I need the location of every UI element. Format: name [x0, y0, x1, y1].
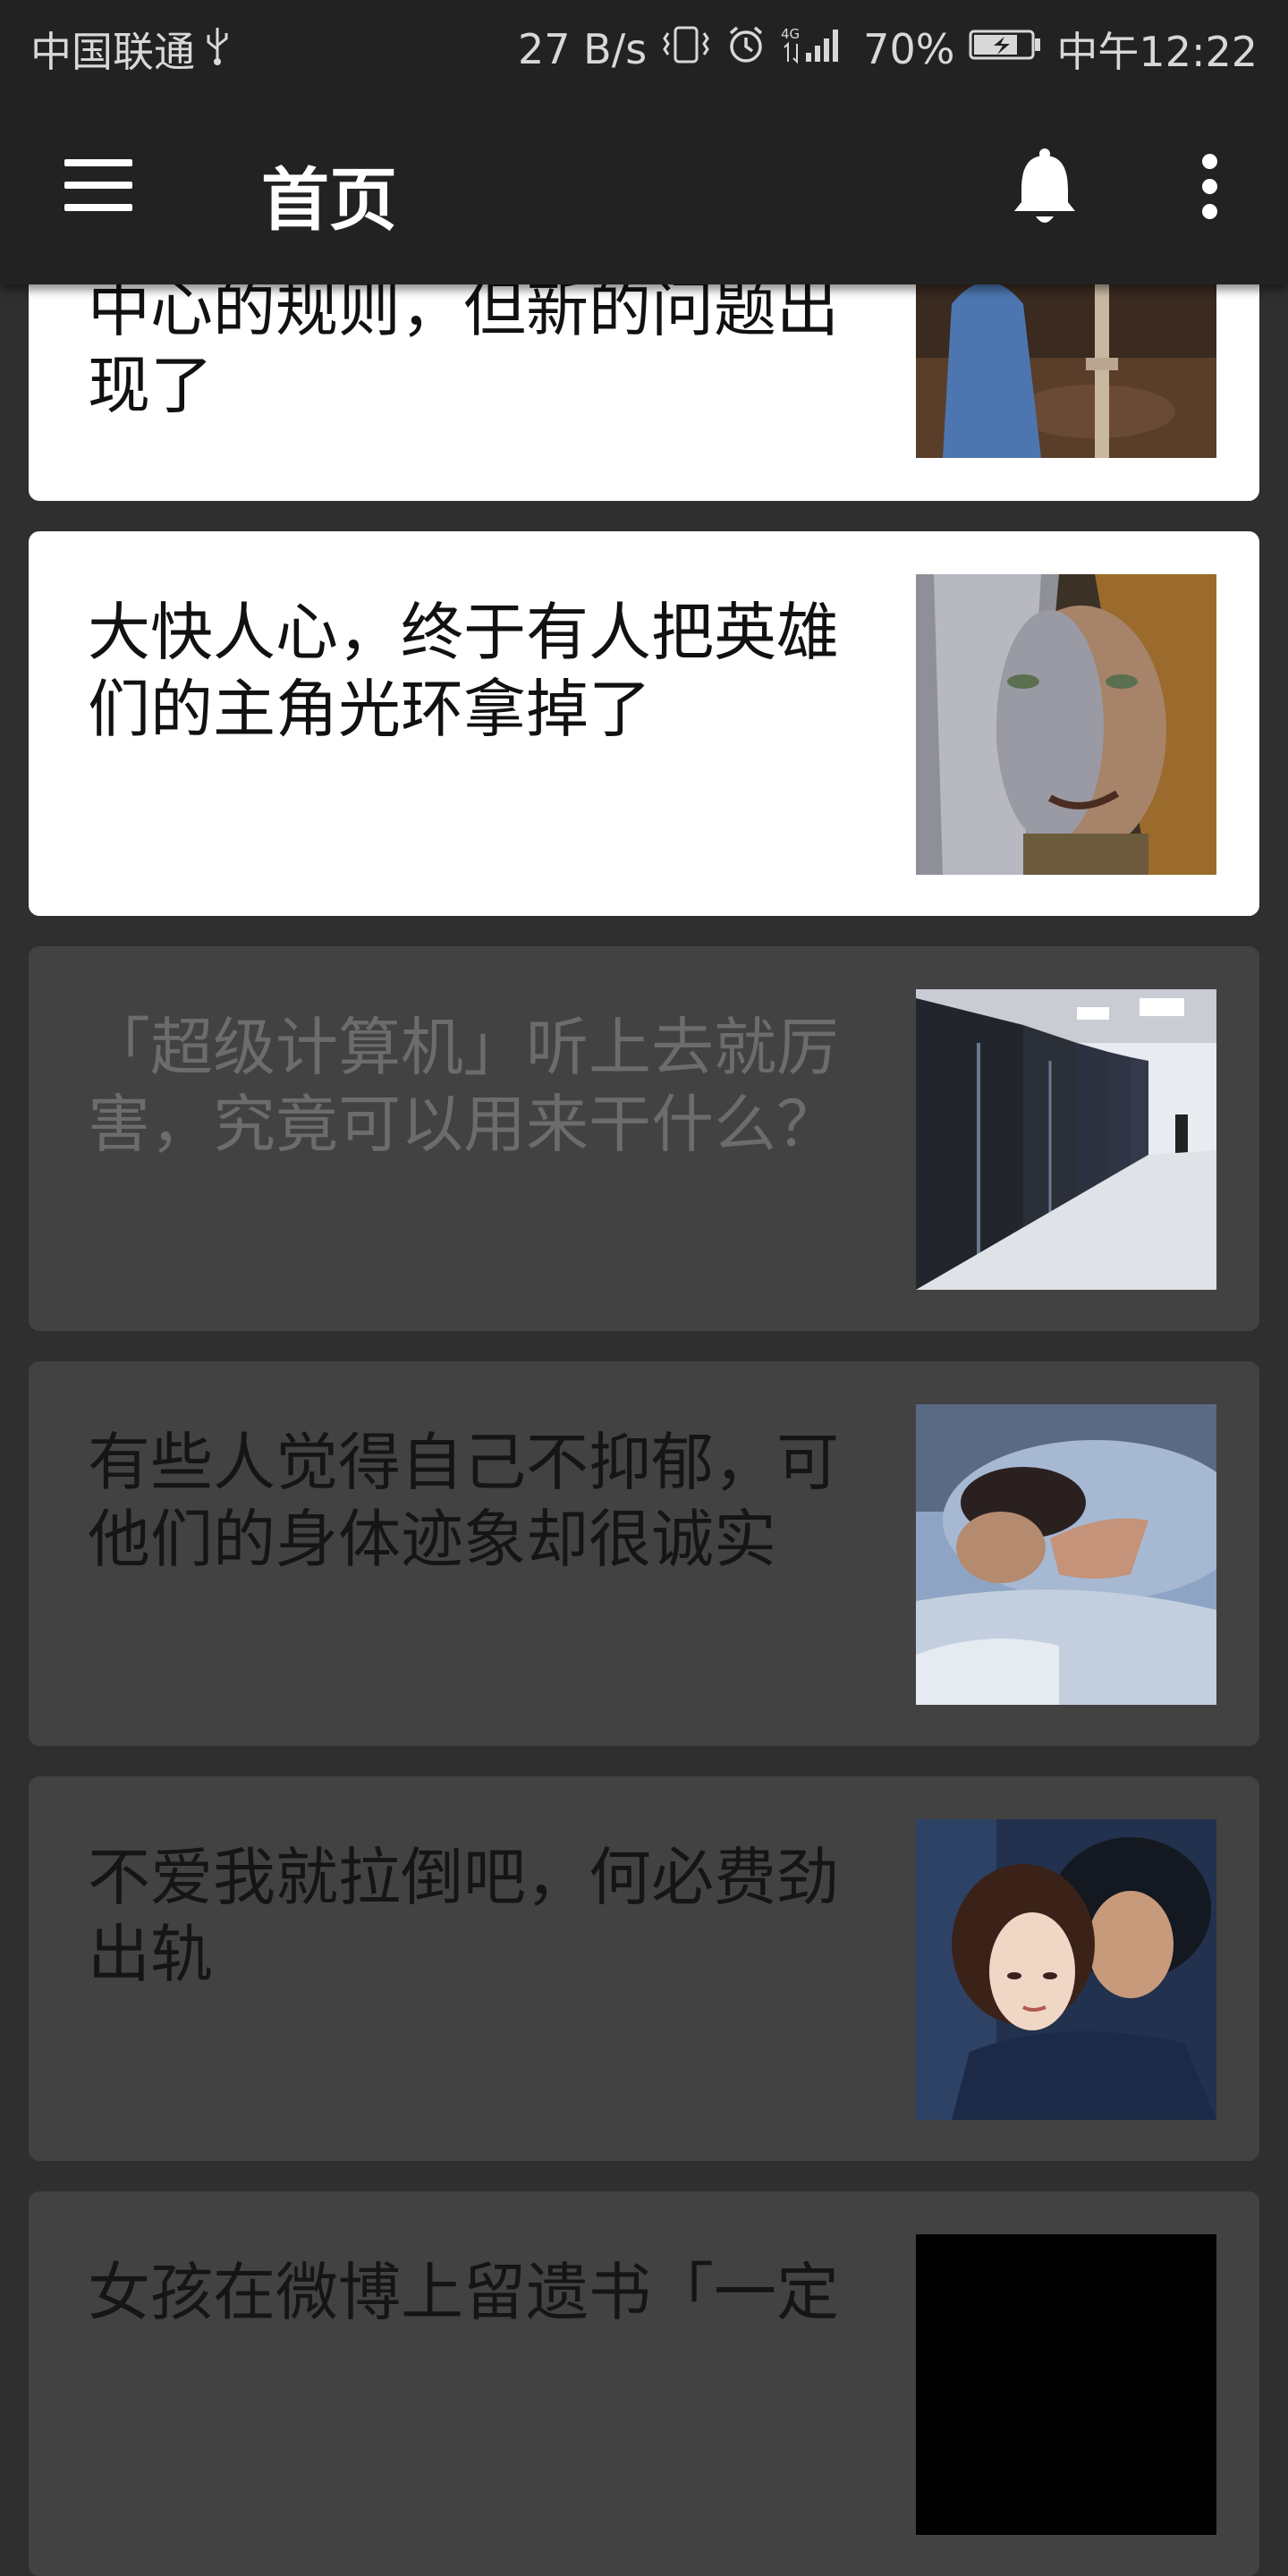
feed-card[interactable]: 有些人觉得自己不抑郁，可他们的身体迹象却很诚实	[29, 1361, 1259, 1746]
vibrate-icon	[661, 24, 711, 75]
page-title: 首页	[261, 160, 397, 240]
usb-icon	[204, 24, 231, 75]
alarm-icon	[725, 24, 767, 75]
bell-icon	[1014, 148, 1075, 223]
feed-card[interactable]: 女孩在微博上留遗书「一定	[29, 2191, 1259, 2576]
feed-card-thumbnail	[916, 574, 1216, 875]
news-feed[interactable]: 中心的规则，但新的问题出现了 大快人心，终于有人把英雄们的主角光环拿掉了 「超级…	[0, 0, 1288, 2576]
feed-card[interactable]: 大快人心，终于有人把英雄们的主角光环拿掉了	[29, 531, 1259, 916]
feed-card-title: 有些人觉得自己不抑郁，可他们的身体迹象却很诚实	[88, 1426, 839, 1576]
net-speed-label: 27 B/s	[517, 25, 648, 73]
clock-label: 中午12:22	[1056, 28, 1258, 76]
feed-card[interactable]: 「超级计算机」听上去就厉害，究竟可以用来干什么？	[29, 946, 1259, 1331]
feed-card-title: 大快人心，终于有人把英雄们的主角光环拿掉了	[88, 596, 839, 746]
more-vert-icon	[1201, 154, 1217, 169]
notifications-button[interactable]	[1011, 147, 1079, 227]
status-bar: 中国联通 27 B/s 4G 70% 中午12:22	[0, 0, 1288, 89]
feed-card-title: 不爱我就拉倒吧，何必费劲出轨	[88, 1841, 839, 1991]
feed-card[interactable]: 不爱我就拉倒吧，何必费劲出轨	[29, 1776, 1259, 2161]
app-bar: 首页	[0, 89, 1288, 284]
carrier-label: 中国联通	[30, 28, 195, 76]
signal-4g-icon: 4G	[781, 24, 849, 75]
feed-card-title: 女孩在微博上留遗书「一定	[88, 2256, 839, 2329]
feed-card-thumbnail	[916, 989, 1216, 1290]
feed-card-thumbnail	[916, 1819, 1216, 2120]
feed-card-thumbnail	[916, 2234, 1216, 2535]
feed-card-title: 中心的规则，但新的问题出现了	[88, 272, 839, 422]
battery-percent-label: 70%	[863, 25, 955, 73]
menu-button[interactable]	[64, 159, 132, 213]
hamburger-icon	[64, 159, 132, 166]
battery-charging-icon	[969, 24, 1042, 75]
feed-card-thumbnail	[916, 1404, 1216, 1705]
svg-text:4G: 4G	[781, 26, 800, 42]
feed-card-title: 「超级计算机」听上去就厉害，究竟可以用来干什么？	[88, 1011, 839, 1161]
overflow-menu-button[interactable]	[1191, 154, 1227, 225]
